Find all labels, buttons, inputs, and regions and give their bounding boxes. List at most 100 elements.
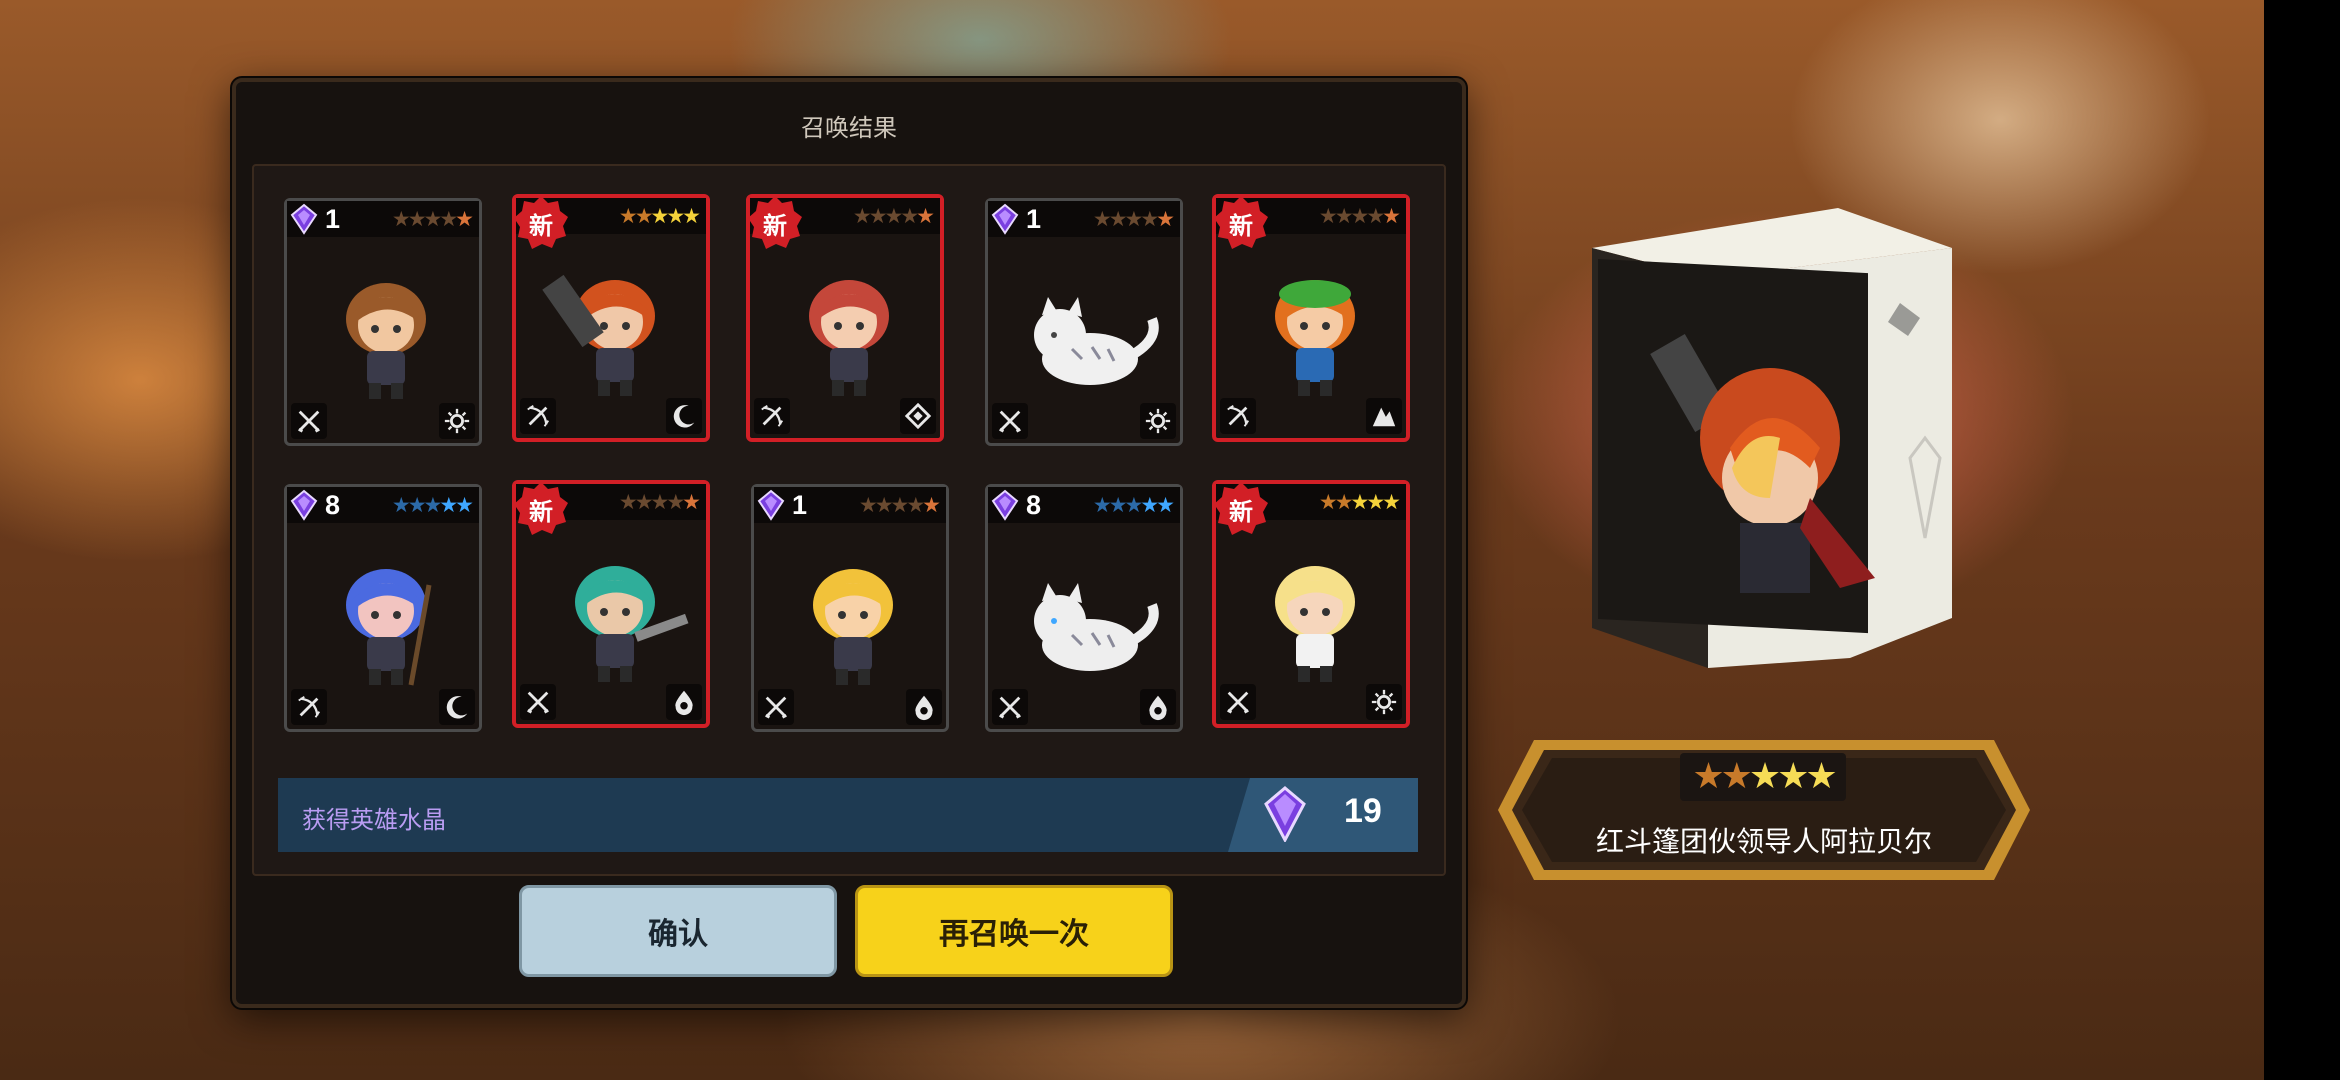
summon-again-button[interactable]: 再召唤一次 xyxy=(855,885,1173,977)
hero-card[interactable]: 新 ★★★★★ xyxy=(1212,194,1410,442)
hero-portrait xyxy=(540,256,690,406)
star-icon: ★ xyxy=(391,493,411,517)
hero-card[interactable]: 新 ★★★★★ xyxy=(746,194,944,442)
featured-hero-name: 红斗篷团伙领导人阿拉贝尔 xyxy=(1595,826,1932,857)
star-icon: ★ xyxy=(916,204,935,228)
swords-icon xyxy=(992,689,1028,725)
star-icon: ★ xyxy=(1366,204,1385,228)
star-icon: ★ xyxy=(423,207,443,231)
hero-card[interactable]: 8 ★★★★★ xyxy=(284,484,482,732)
swords-icon xyxy=(520,684,556,720)
duplicate-count: 8 xyxy=(1026,490,1042,520)
new-badge-label: 新 xyxy=(1229,212,1253,240)
water-drop-icon xyxy=(666,684,702,720)
moon-icon xyxy=(666,398,702,434)
hero-card[interactable]: 1 ★★★★★ xyxy=(985,198,1183,446)
bow-icon xyxy=(1220,398,1256,434)
sun-icon xyxy=(1366,684,1402,720)
star-icon: ★ xyxy=(634,490,654,514)
new-badge: 新 xyxy=(746,194,804,250)
star-icon: ★ xyxy=(1140,207,1159,231)
featured-hero-stars: ★★★★★ xyxy=(1680,753,1846,801)
hero-crystal-value-panel xyxy=(1228,778,1418,852)
star-icon: ★ xyxy=(1366,490,1385,514)
star-icon: ★ xyxy=(1318,490,1338,514)
water-drop-icon xyxy=(906,689,942,725)
hero-crystal-icon xyxy=(757,489,785,521)
star-icon: ★ xyxy=(1156,493,1175,517)
hero-crystal-label: 获得英雄水晶 xyxy=(302,807,446,834)
star-icon: ★ xyxy=(682,204,701,228)
hero-crystal-bar: 获得英雄水晶 xyxy=(278,778,1418,852)
star-rating: ★★★★★ xyxy=(853,204,935,228)
hero-card[interactable]: 1 ★★★★★ xyxy=(284,198,482,446)
star-icon: ★ xyxy=(884,204,904,228)
star-icon: ★ xyxy=(1318,204,1338,228)
hero-portrait xyxy=(1240,256,1390,406)
star-icon: ★ xyxy=(407,493,427,517)
star-icon: ★ xyxy=(874,493,894,517)
star-rating: ★★★★★ xyxy=(1093,493,1175,517)
star-icon: ★ xyxy=(618,490,638,514)
star-icon: ★ xyxy=(1108,207,1128,231)
star-icon: ★ xyxy=(1124,207,1144,231)
star-rating: ★★★★★ xyxy=(1318,204,1401,228)
hero-crystal-count: 19 xyxy=(1344,792,1382,830)
star-icon: ★ xyxy=(1092,207,1112,231)
hero-portrait xyxy=(778,545,928,695)
hero-portrait xyxy=(311,259,461,409)
swords-icon xyxy=(1220,684,1256,720)
hero-portrait xyxy=(540,542,690,692)
featured-hero-box-art xyxy=(1592,208,1952,668)
duplicate-count: 1 xyxy=(1026,204,1042,234)
diamond-icon xyxy=(900,398,936,434)
star-icon: ★ xyxy=(890,493,910,517)
new-badge-label: 新 xyxy=(763,212,787,240)
star-icon: ★ xyxy=(650,204,670,228)
hero-crystal-icon xyxy=(991,489,1019,521)
star-icon: ★ xyxy=(682,490,701,514)
hero-crystal-icon xyxy=(290,203,318,235)
star-icon: ★ xyxy=(1350,204,1370,228)
new-badge-label: 新 xyxy=(529,498,553,526)
new-badge: 新 xyxy=(512,480,570,536)
dialog-title: 召唤结果 xyxy=(801,115,897,142)
star-icon: ★ xyxy=(439,207,458,231)
star-rating: ★★★★★ xyxy=(618,204,701,228)
star-icon: ★ xyxy=(439,493,458,517)
moon-icon xyxy=(439,689,475,725)
hero-portrait xyxy=(1012,545,1162,695)
new-badge: 新 xyxy=(1212,480,1270,536)
hero-crystal-icon xyxy=(1264,786,1306,842)
star-icon: ★ xyxy=(666,204,685,228)
hero-card[interactable]: 8 ★★★★★ xyxy=(985,484,1183,732)
star-rating: ★★★★★ xyxy=(1318,490,1401,514)
bow-icon xyxy=(520,398,556,434)
confirm-button[interactable]: 确认 xyxy=(519,885,837,977)
hero-card[interactable]: 1 ★★★★★ xyxy=(751,484,949,732)
hero-crystal-icon xyxy=(290,489,318,521)
star-icon: ★ xyxy=(868,204,888,228)
star-icon: ★ xyxy=(407,207,427,231)
new-badge-label: 新 xyxy=(1229,498,1253,526)
duplicate-count: 8 xyxy=(325,490,341,520)
star-icon: ★ xyxy=(1350,490,1370,514)
star-icon: ★ xyxy=(1382,490,1401,514)
star-icon: ★ xyxy=(858,493,878,517)
star-rating: ★★★★★ xyxy=(1092,207,1175,231)
star-icon: ★ xyxy=(1156,207,1175,231)
star-icon: ★ xyxy=(455,493,474,517)
star-rating: ★★★★★ xyxy=(391,207,474,231)
bow-icon xyxy=(291,689,327,725)
star-icon: ★ xyxy=(922,493,941,517)
star-icon: ★ xyxy=(391,207,411,231)
star-icon: ★ xyxy=(618,204,638,228)
star-rating: ★★★★★ xyxy=(391,493,474,517)
star-icon: ★ xyxy=(666,490,685,514)
star-icon: ★ xyxy=(1382,204,1401,228)
star-icon: ★ xyxy=(1334,204,1354,228)
hero-card[interactable]: 新 ★★★★★ xyxy=(512,480,710,728)
star-icon: ★ xyxy=(634,204,654,228)
hero-card[interactable]: 新 ★★★★★ xyxy=(512,194,710,442)
hero-card[interactable]: 新 ★★★★★ xyxy=(1212,480,1410,728)
